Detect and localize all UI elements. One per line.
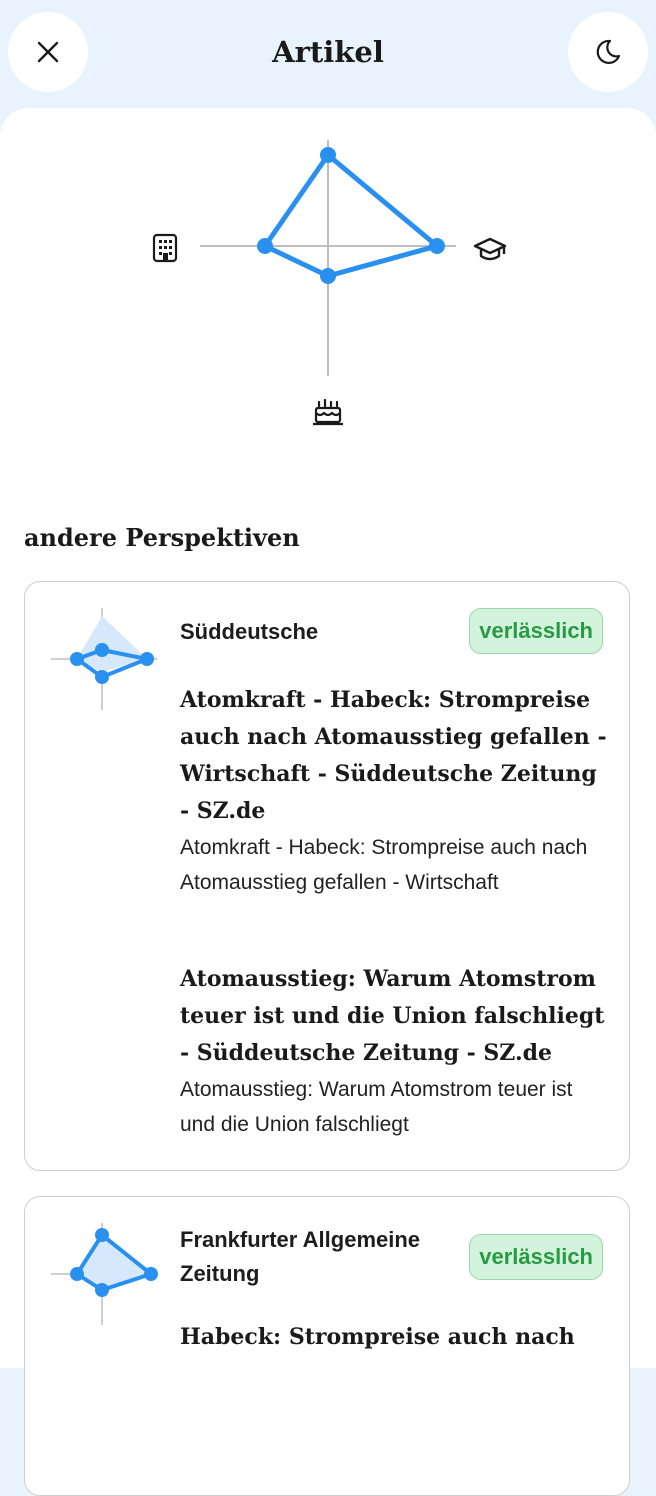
top-app-bar: Artikel — [0, 0, 656, 110]
radar-point — [257, 238, 273, 254]
article-item[interactable]: Atomkraft - Habeck: Strompreise auch nac… — [180, 682, 610, 900]
article-subtitle: Atomausstieg: Warum Atomstrom teuer ist … — [180, 1078, 573, 1136]
article-title: Atomausstieg: Warum Atomstrom teuer ist … — [180, 966, 605, 1066]
article-subtitle: Atomkraft - Habeck: Strompreise auch nac… — [180, 836, 588, 894]
reliability-badge: verlässlich — [469, 608, 603, 654]
perspective-card[interactable]: Süddeutsche verlässlich Atomkraft - Habe… — [24, 581, 630, 1171]
moon-icon — [596, 39, 621, 65]
radar-shape — [262, 152, 440, 279]
radar-point — [429, 238, 445, 254]
mini-radar — [51, 608, 157, 710]
article-title: Habeck: Strompreise auch nach — [180, 1324, 575, 1350]
building-icon — [152, 233, 178, 263]
graduation-cap-icon — [473, 237, 507, 261]
section-title: andere Perspektiven — [24, 523, 300, 552]
page-title: Artikel — [272, 35, 384, 69]
article-title: Atomkraft - Habeck: Strompreise auch nac… — [180, 687, 607, 824]
mini-radar — [51, 1223, 158, 1325]
article-item[interactable]: Atomausstieg: Warum Atomstrom teuer ist … — [180, 961, 610, 1142]
radar-point — [320, 268, 336, 284]
birthday-cake-icon — [313, 398, 343, 426]
source-name: Frankfurter Allgemeine Zeitung — [180, 1227, 421, 1286]
theme-toggle-button[interactable] — [568, 12, 648, 92]
reliability-badge: verlässlich — [469, 1234, 603, 1280]
source-name: Süddeutsche — [180, 619, 319, 644]
perspective-radar — [152, 140, 507, 426]
perspective-card[interactable]: Frankfurter Allgemeine Zeitung verlässli… — [24, 1196, 630, 1496]
article-item[interactable]: Habeck: Strompreise auch nach — [180, 1319, 610, 1356]
content-sheet: andere Perspektiven Süddeutsche verlässl… — [0, 108, 656, 1496]
radar-point — [320, 147, 336, 163]
